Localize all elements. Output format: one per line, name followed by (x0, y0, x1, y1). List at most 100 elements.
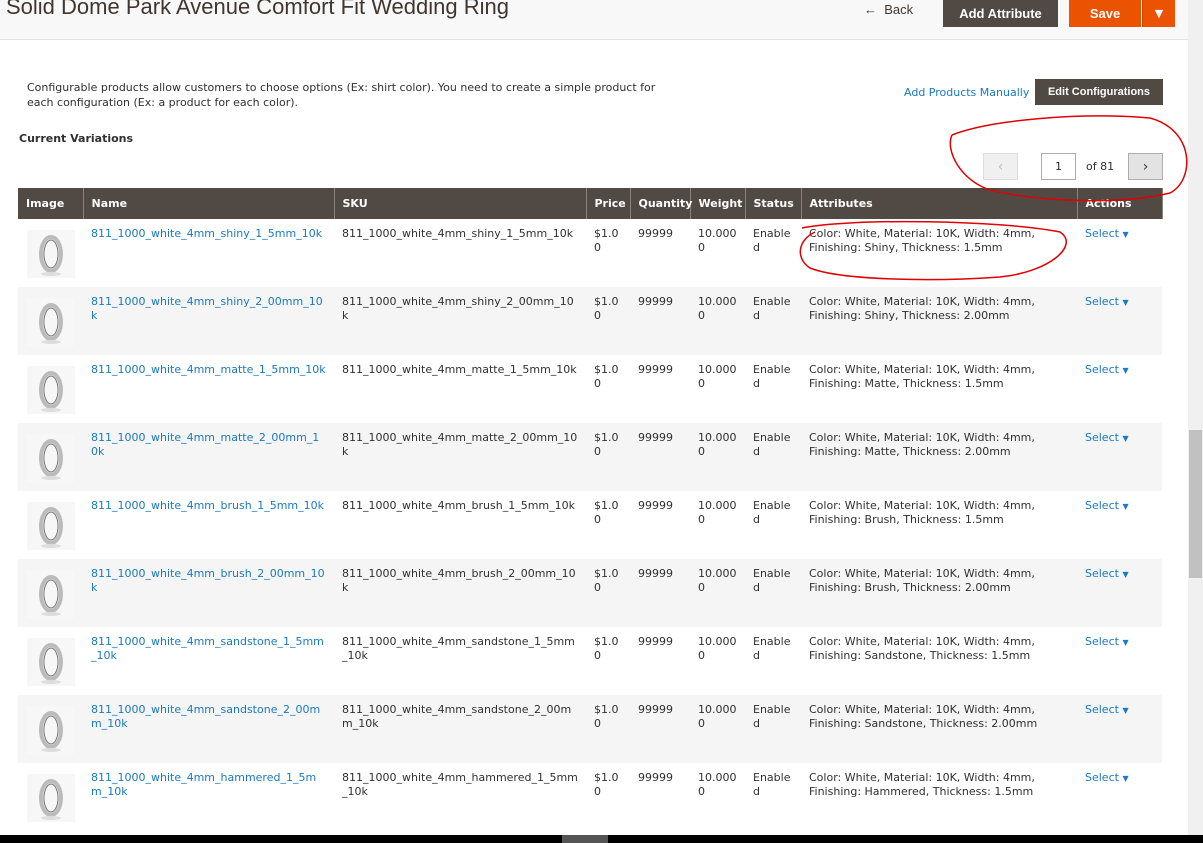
save-dropdown-toggle[interactable]: ▼ (1142, 0, 1175, 27)
horizontal-scrollbar-thumb[interactable] (562, 835, 608, 843)
column-header-price: Price (586, 188, 631, 219)
image-cell (18, 491, 83, 559)
vertical-scrollbar[interactable] (1188, 0, 1203, 835)
product-name-link[interactable]: 811_1000_white_4mm_matte_2_00mm_10k (91, 431, 319, 458)
product-name-link[interactable]: 811_1000_white_4mm_shiny_2_00mm_10k (91, 295, 323, 322)
caret-down-icon: ▼ (1154, 7, 1164, 20)
image-cell (18, 695, 83, 763)
select-action-dropdown[interactable]: Select ▼ (1085, 499, 1129, 512)
ring-thumbnail (27, 706, 75, 754)
back-button[interactable]: ← Back (864, 2, 913, 17)
select-action-dropdown[interactable]: Select ▼ (1085, 635, 1129, 648)
sku-cell: 811_1000_white_4mm_shiny_2_00mm_10k (334, 287, 586, 355)
product-name-link[interactable]: 811_1000_white_4mm_brush_1_5mm_10k (91, 499, 324, 512)
actions-cell: Select ▼ (1077, 627, 1162, 695)
page-number-input[interactable]: 1 (1041, 153, 1076, 180)
page-total: of 81 (1086, 160, 1115, 173)
status-cell: Enabled (753, 635, 791, 662)
table-row: 811_1000_white_4mm_shiny_2_00mm_10k 811_1… (18, 287, 1162, 355)
product-name-link[interactable]: 811_1000_white_4mm_matte_1_5mm_10k (91, 363, 326, 376)
status-cell: Enabled (753, 771, 791, 798)
status-cell: Enabled (753, 363, 791, 390)
add-products-manually-link[interactable]: Add Products Manually (904, 86, 1029, 99)
select-action-dropdown[interactable]: Select ▼ (1085, 771, 1129, 784)
price-cell: $1.00 (594, 771, 619, 798)
name-cell: 811_1000_white_4mm_matte_1_5mm_10k (83, 355, 334, 423)
select-action-dropdown[interactable]: Select ▼ (1085, 703, 1129, 716)
price-cell: $1.00 (586, 559, 630, 627)
name-cell: 811_1000_white_4mm_sandstone_1_5mm_10k (83, 627, 334, 695)
actions-cell: Select ▼ (1077, 287, 1162, 355)
status-cell: Enabled (745, 287, 801, 355)
quantity-cell: 99999 (638, 363, 673, 376)
actions-cell: Select ▼ (1077, 695, 1162, 763)
table-row: 811_1000_white_4mm_shiny_1_5mm_10k 811_10… (18, 219, 1162, 287)
sku-cell: 811_1000_white_4mm_brush_2_00mm_10k (334, 559, 586, 627)
select-action-dropdown[interactable]: Select ▼ (1085, 363, 1129, 376)
weight-cell: 10.0000 (698, 635, 737, 662)
ring-thumbnail (27, 366, 75, 414)
attributes-cell: Color: White, Material: 10K, Width: 4mm,… (801, 695, 1077, 763)
weight-cell: 10.0000 (690, 559, 745, 627)
product-name-link[interactable]: 811_1000_white_4mm_hammered_1_5mm_10k (91, 771, 316, 798)
caret-down-icon: ▼ (1122, 366, 1129, 375)
price-cell: $1.00 (594, 227, 619, 254)
price-cell: $1.00 (586, 287, 630, 355)
image-cell (18, 627, 83, 695)
chevron-right-icon: › (1142, 158, 1149, 175)
caret-down-icon: ▼ (1122, 230, 1129, 239)
configurable-description: Configurable products allow customers to… (27, 81, 656, 109)
select-action-dropdown[interactable]: Select ▼ (1085, 431, 1129, 444)
save-button[interactable]: Save (1069, 0, 1141, 27)
quantity-cell: 99999 (630, 423, 690, 491)
chevron-left-icon: ‹ (997, 158, 1004, 175)
price-cell: $1.00 (594, 363, 619, 390)
caret-down-icon: ▼ (1122, 434, 1129, 443)
ring-thumbnail (27, 570, 75, 618)
edit-configurations-button[interactable]: Edit Configurations (1035, 79, 1163, 105)
weight-cell: 10.0000 (690, 423, 745, 491)
name-cell: 811_1000_white_4mm_sandstone_2_00mm_10k (83, 695, 334, 763)
product-name-link[interactable]: 811_1000_white_4mm_brush_2_00mm_10k (91, 567, 325, 594)
column-header-name: Name (83, 188, 335, 219)
caret-down-icon: ▼ (1122, 298, 1129, 307)
ring-thumbnail (27, 298, 75, 346)
column-header-status: Status (745, 188, 802, 219)
actions-cell: Select ▼ (1077, 491, 1162, 559)
actions-cell: Select ▼ (1077, 559, 1162, 627)
attributes-cell: Color: White, Material: 10K, Width: 4mm,… (809, 635, 1035, 662)
previous-page-button[interactable]: ‹ (983, 153, 1018, 180)
sku-cell: 811_1000_white_4mm_shiny_1_5mm_10k (342, 227, 574, 240)
attributes-cell: Color: White, Material: 10K, Width: 4mm,… (809, 227, 1035, 254)
weight-cell: 10.0000 (690, 695, 745, 763)
select-action-dropdown[interactable]: Select ▼ (1085, 567, 1129, 580)
weight-cell: 10.0000 (698, 771, 737, 798)
caret-down-icon: ▼ (1122, 774, 1129, 783)
name-cell: 811_1000_white_4mm_shiny_1_5mm_10k (83, 219, 334, 287)
actions-cell: Select ▼ (1077, 763, 1162, 831)
weight-cell: 10.0000 (698, 363, 737, 390)
product-name-link[interactable]: 811_1000_white_4mm_shiny_1_5mm_10k (91, 227, 322, 240)
select-action-dropdown[interactable]: Select ▼ (1085, 227, 1129, 240)
table-row: 811_1000_white_4mm_brush_1_5mm_10k 811_10… (18, 491, 1162, 559)
name-cell: 811_1000_white_4mm_brush_1_5mm_10k (83, 491, 334, 559)
status-cell: Enabled (753, 227, 791, 254)
product-name-link[interactable]: 811_1000_white_4mm_sandstone_2_00mm_10k (91, 703, 320, 730)
image-cell (18, 763, 83, 831)
next-page-button[interactable]: › (1128, 153, 1163, 180)
caret-down-icon: ▼ (1122, 570, 1129, 579)
table-row: 811_1000_white_4mm_hammered_1_5mm_10k 811… (18, 763, 1162, 831)
select-action-dropdown[interactable]: Select ▼ (1085, 295, 1129, 308)
ring-thumbnail (27, 434, 75, 482)
image-cell (18, 287, 83, 355)
attributes-cell: Color: White, Material: 10K, Width: 4mm,… (809, 771, 1035, 798)
attributes-cell: Color: White, Material: 10K, Width: 4mm,… (801, 423, 1077, 491)
page-header: Solid Dome Park Avenue Comfort Fit Weddi… (0, 0, 1188, 40)
status-cell: Enabled (745, 423, 801, 491)
vertical-scrollbar-thumb[interactable] (1189, 430, 1202, 578)
column-header-attributes: Attributes (801, 188, 1078, 219)
quantity-cell: 99999 (638, 771, 673, 784)
price-cell: $1.00 (586, 423, 630, 491)
product-name-link[interactable]: 811_1000_white_4mm_sandstone_1_5mm_10k (91, 635, 324, 662)
add-attribute-button[interactable]: Add Attribute (943, 0, 1058, 27)
